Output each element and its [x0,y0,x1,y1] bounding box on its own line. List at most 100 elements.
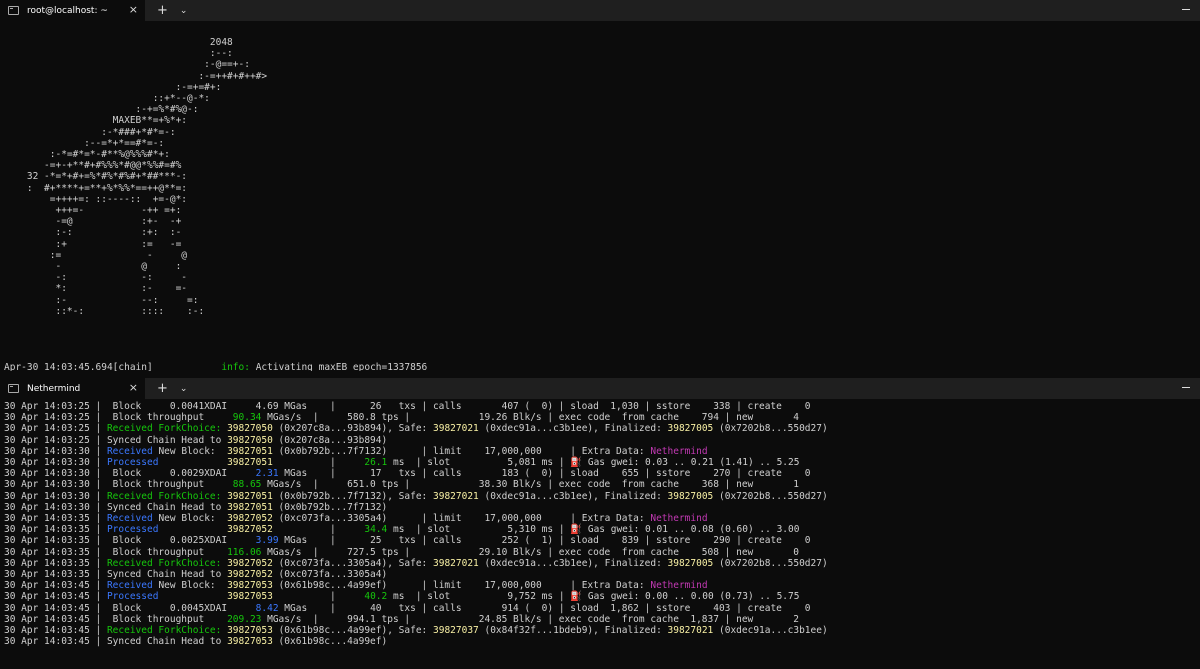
terminal-pane-bottom[interactable]: 30 Apr 14:03:25 | Block 0.0041XDAI 4.69 … [0,399,1200,669]
ascii-art-line: ::+*--@-*: [4,93,210,105]
tab-nethermind[interactable]: Nethermind × [0,378,145,399]
chevron-down-icon[interactable]: ⌄ [180,384,188,394]
log-line: 30 Apr 14:03:35 | Processed 39827052 | 3… [4,524,799,535]
tab-title: root@localhost: ~ [27,5,108,16]
ascii-art-line: :- --: =: [4,294,199,306]
log-line: 30 Apr 14:03:45 | Block throughput 209.2… [4,614,799,625]
log-segment: (0xc073fa...3305a4), Safe: [272,557,433,569]
log-line: 30 Apr 14:03:45 | Synced Chain Head to 3… [4,636,387,647]
ascii-art-line: :--: [4,48,233,60]
log-segment: 8.42 [255,602,279,614]
log-segment: (0x207c8a...93b894) [272,434,388,446]
log-segment: | [272,524,365,536]
terminal-icon [8,6,19,15]
log-segment: ⛽ [570,457,583,469]
log-segment: 39827021 [433,423,479,435]
log-segment: | [272,457,365,469]
ascii-art-line: := - @ [4,249,188,261]
log-line: 30 Apr 14:03:25 | Received ForkChoice: 3… [4,423,828,434]
log-segment: Received ForkChoice: [106,423,222,435]
ascii-art-line: :-*=#*=*-#**%@%%%#*+: [4,149,170,161]
log-segment: 39827053 [227,625,273,637]
chevron-down-icon[interactable]: ⌄ [180,6,188,16]
log-line: 30 Apr 14:03:30 | Block 0.0029XDAI 2.31 … [4,468,810,479]
log-segment: (0x61b98c...4a99ef), Safe: [272,625,433,637]
chain-log-level: info: [221,362,250,371]
log-segment: 30 Apr 14:03:45 | Block 0.0045XDAI [4,602,256,614]
log-segment: (0xdec91a...c3b1ee), Finalized: [478,423,668,435]
ascii-art: 2048 :--: :-@==+-: :-=++#+#++#> :-=+=#+: [4,37,267,317]
tab-root-localhost[interactable]: root@localhost: ~ × [0,0,145,21]
ascii-art-line: *: :- =- [4,283,188,295]
log-segment: 209.23 [227,613,262,625]
ascii-art-line: -: -: - [4,272,188,284]
log-segment [158,591,227,602]
log-line: 30 Apr 14:03:45 | Received New Block: 39… [4,580,708,591]
log-line: 30 Apr 14:03:35 | Received New Block: 39… [4,513,708,524]
ascii-art-line: 2048 [4,37,233,48]
log-segment: Nethermind [650,445,708,457]
log-segment: (0x61b98c...4a99ef) [272,636,388,648]
log-segment: Received [106,580,153,592]
log-segment: Processed [106,457,159,469]
new-tab-button[interactable]: + [157,3,168,18]
log-segment: 39827021 [433,557,479,569]
log-segment: 40.2 [364,591,388,603]
log-segment: 39827021 [667,625,714,637]
ascii-art-line: :-: :+: :- [4,227,182,239]
log-segment: (0x0b792b...7f7132), Safe: [272,490,433,502]
minimize-button[interactable] [1182,9,1190,10]
log-segment: Nethermind [650,513,708,525]
log-segment: (0xc073fa...3305a4) | limit 17,000,000 |… [272,513,651,525]
log-segment: ⛽ [570,591,583,603]
log-line: 30 Apr 14:03:25 | Block throughput 90.34… [4,412,799,423]
log-segment: (0x0b792b...7f7132) [272,501,388,513]
log-segment: New Block: [152,580,228,592]
log-segment: 39827052 [227,513,273,525]
log-segment: (0x207c8a...93b894), Safe: [272,423,433,435]
log-segment: 30 Apr 14:03:45 | [4,591,107,603]
log-segment: ms | slot 5,081 ms | [387,457,571,469]
log-segment: 39827052 [227,557,273,569]
log-segment: (0xdec91a...c3b1ee), Finalized: [478,490,668,502]
log-segment: Processed [106,591,159,603]
close-tab-icon[interactable]: × [129,3,138,17]
log-segment: MGas | 25 txs | calls 252 ( 1) | sload 8… [278,535,811,547]
ascii-art-line: :-=++#+#++#> [4,70,268,82]
log-segment: Received ForkChoice: [106,625,222,637]
chain-log-message: Activating maxEB epoch=1337856 [249,362,428,371]
log-segment: Received ForkChoice: [106,557,222,569]
ascii-art-line: :-@==+-: [4,59,250,71]
log-segment: 39827021 [433,490,479,502]
ascii-art-line: 32 -*=*+#+=%*#%*#%#+*##***-: [4,171,188,183]
log-segment: MGas | 40 txs | calls 914 ( 0) | sload 1… [278,602,811,614]
ascii-art-line: :-*###+*#*=-: [4,126,176,138]
ascii-art-line: +++=- -++ =+: [4,205,182,217]
log-segment: New Block: [152,445,228,457]
log-segment: (0x7202b8...550d27) [713,423,828,435]
log-segment: Received ForkChoice: [106,490,222,502]
log-segment: (0x0b792b...7f7132) | limit 17,000,000 |… [272,445,651,457]
chain-log-time: Apr-30 14:03:45.694[chain] [4,362,153,371]
log-segment: 26.1 [364,457,388,469]
terminal-pane-top[interactable]: 2048 :--: :-@==+-: :-=++#+#++#> :-=+=#+: [0,21,1200,371]
log-segment: 39827053 [227,580,273,592]
log-segment: 30 Apr 14:03:35 | Block throughput [4,546,228,558]
ascii-art-line: - @ : [4,261,182,273]
log-segment: 116.06 [227,546,262,558]
log-segment: 30 Apr 14:03:30 | [4,457,107,469]
log-segment: 30 Apr 14:03:45 | [4,580,107,592]
minimize-button[interactable] [1182,387,1190,388]
scrollbar[interactable] [1196,399,1200,669]
log-line: 30 Apr 14:03:35 | Block throughput 116.0… [4,547,799,558]
ascii-art-line: :-=+=#+: [4,81,222,93]
log-segment: 39827037 [433,625,479,637]
new-tab-button[interactable]: + [157,381,168,396]
log-segment: 90.34 [232,412,262,424]
ascii-art-line: -=@ :+- -+ [4,216,182,228]
close-tab-icon[interactable]: × [129,381,138,395]
log-segment: 39827051 [227,490,273,502]
log-segment: MGas/s | 994.1 tps | 24.85 Blk/s | exec … [261,613,800,625]
log-line: 30 Apr 14:03:25 | Synced Chain Head to 3… [4,435,387,446]
log-segment: Gas gwei: 0.01 .. 0.08 (0.60) .. 3.00 [582,524,800,536]
